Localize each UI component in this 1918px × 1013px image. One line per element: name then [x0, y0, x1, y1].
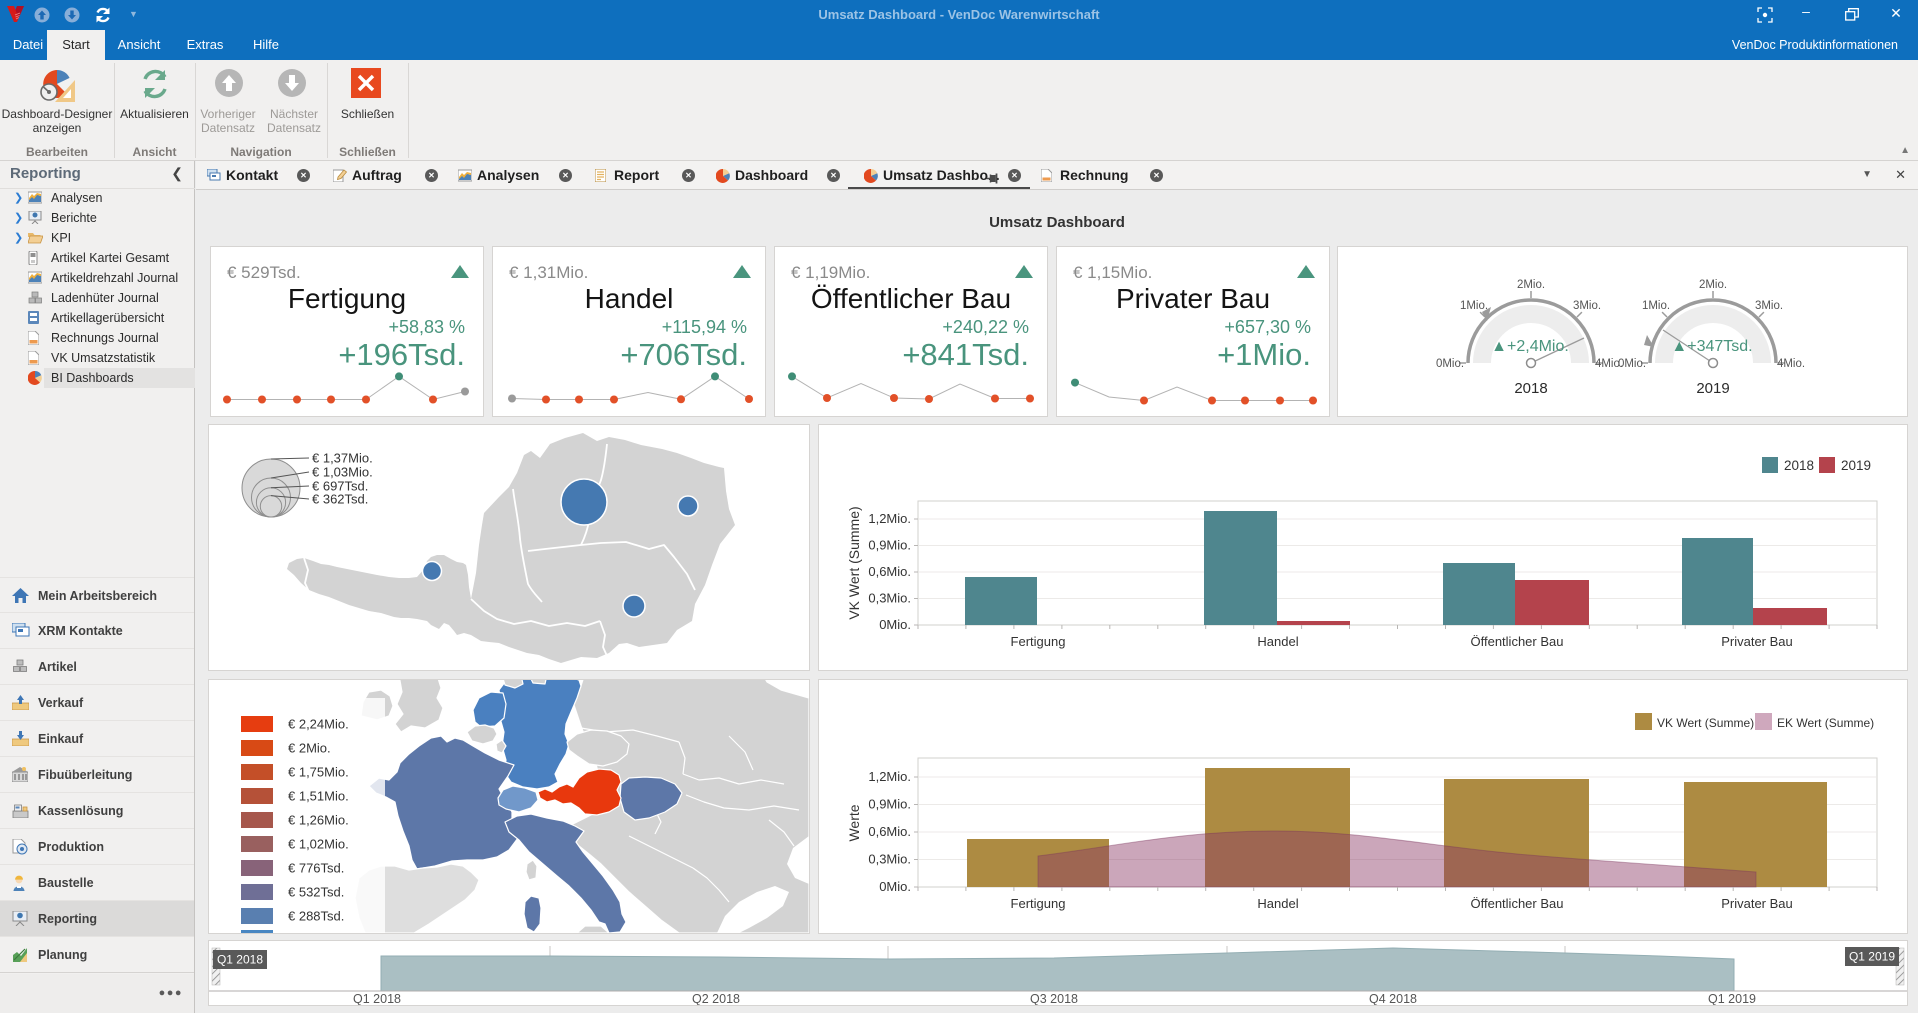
svg-text:Werte: Werte [846, 804, 862, 841]
svg-text:€ 1,75Mio.: € 1,75Mio. [288, 765, 349, 780]
svg-text:0,9Mio.: 0,9Mio. [868, 538, 911, 553]
svg-text:€ 1,03Mio.: € 1,03Mio. [312, 465, 373, 480]
svg-text:0,3Mio.: 0,3Mio. [868, 852, 911, 867]
svg-text:▲+347Tsd.: ▲+347Tsd. [1671, 338, 1752, 355]
svg-text:€ 1,26Mio.: € 1,26Mio. [288, 813, 349, 828]
svg-text:2018: 2018 [1784, 458, 1814, 473]
svg-text:EK Wert (Summe): EK Wert (Summe) [1777, 716, 1874, 730]
svg-text:0,6Mio.: 0,6Mio. [868, 564, 911, 579]
svg-text:2Mio.: 2Mio. [1517, 279, 1545, 291]
svg-text:▲+2,4Mio.: ▲+2,4Mio. [1491, 338, 1569, 355]
svg-text:Q1 2018: Q1 2018 [353, 992, 401, 1005]
svg-text:Privater Bau: Privater Bau [1721, 634, 1793, 649]
svg-text:Öffentlicher Bau: Öffentlicher Bau [1471, 896, 1564, 911]
svg-text:VK Wert (Summe): VK Wert (Summe) [1657, 716, 1754, 730]
svg-text:3Mio.: 3Mio. [1573, 300, 1601, 312]
svg-text:0Mio.: 0Mio. [879, 879, 911, 894]
svg-text:0,9Mio.: 0,9Mio. [868, 797, 911, 812]
svg-text:1Mio.: 1Mio. [1460, 300, 1488, 312]
svg-text:2Mio.: 2Mio. [1699, 279, 1727, 291]
svg-text:0,3Mio.: 0,3Mio. [868, 591, 911, 606]
svg-text:2019: 2019 [1696, 380, 1729, 397]
svg-text:2019: 2019 [1841, 458, 1871, 473]
svg-text:Q3 2018: Q3 2018 [1030, 992, 1078, 1005]
svg-text:VK Wert (Summe): VK Wert (Summe) [846, 506, 862, 619]
svg-text:2018: 2018 [1514, 380, 1547, 397]
svg-text:Q1 2018: Q1 2018 [217, 953, 263, 967]
svg-text:Fertigung: Fertigung [1011, 896, 1066, 911]
svg-text:€ 1,51Mio.: € 1,51Mio. [288, 789, 349, 804]
svg-text:Fertigung: Fertigung [1011, 634, 1066, 649]
svg-text:0Mio.: 0Mio. [1436, 358, 1464, 370]
svg-text:€ 532Tsd.: € 532Tsd. [288, 885, 344, 900]
svg-text:1,2Mio.: 1,2Mio. [868, 511, 911, 526]
svg-text:€ 776Tsd.: € 776Tsd. [288, 861, 344, 876]
svg-text:0Mio.: 0Mio. [879, 617, 911, 632]
svg-text:1Mio.: 1Mio. [1642, 300, 1670, 312]
svg-text:0Mio.: 0Mio. [1618, 358, 1646, 370]
svg-text:Öffentlicher Bau: Öffentlicher Bau [1471, 634, 1564, 649]
svg-text:€ 1,37Mio.: € 1,37Mio. [312, 451, 373, 466]
svg-text:€ 1,02Mio.: € 1,02Mio. [288, 837, 349, 852]
svg-text:Privater Bau: Privater Bau [1721, 896, 1793, 911]
svg-text:0,6Mio.: 0,6Mio. [868, 824, 911, 839]
svg-text:€ 288Tsd.: € 288Tsd. [288, 909, 344, 924]
svg-text:Q1 2019: Q1 2019 [1708, 992, 1756, 1005]
svg-text:€ 362Tsd.: € 362Tsd. [312, 492, 368, 507]
svg-text:€ 2Mio.: € 2Mio. [288, 741, 331, 756]
svg-text:Handel: Handel [1257, 896, 1298, 911]
svg-text:Q2 2018: Q2 2018 [692, 992, 740, 1005]
svg-text:€ 2,24Mio.: € 2,24Mio. [288, 717, 349, 732]
svg-text:3Mio.: 3Mio. [1755, 300, 1783, 312]
svg-text:Handel: Handel [1257, 634, 1298, 649]
svg-text:Q1 2019: Q1 2019 [1849, 950, 1895, 964]
svg-text:1,2Mio.: 1,2Mio. [868, 769, 911, 784]
svg-text:4Mio.: 4Mio. [1777, 358, 1805, 370]
svg-text:Q4 2018: Q4 2018 [1369, 992, 1417, 1005]
